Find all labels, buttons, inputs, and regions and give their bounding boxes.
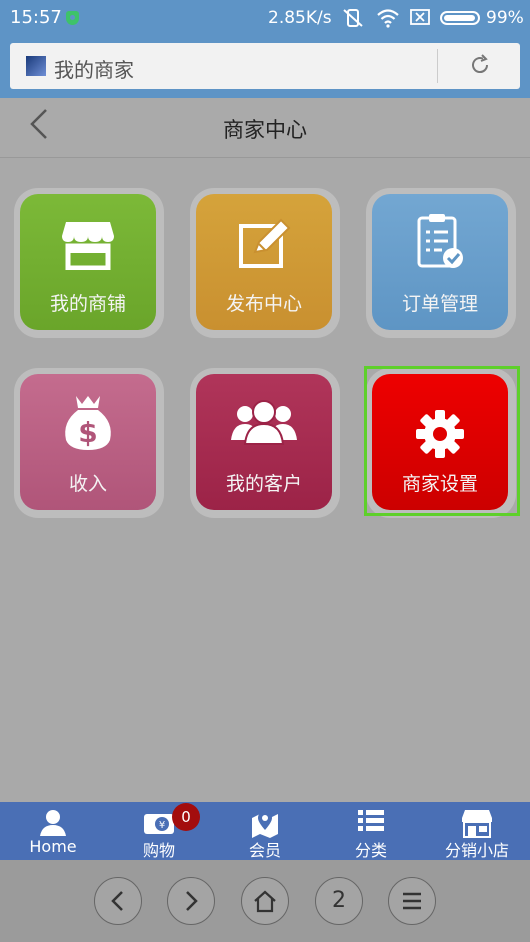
forward-button[interactable] — [167, 877, 215, 925]
page-title: 商家中心 — [223, 118, 307, 142]
page-header: 商家中心 — [0, 98, 530, 158]
shop-icon — [20, 218, 156, 274]
vibrate-off-icon — [342, 8, 364, 33]
url-title: 我的商家 — [54, 58, 134, 82]
tile-income[interactable]: $ 收入 — [14, 368, 164, 518]
url-divider — [437, 49, 438, 83]
map-pin-icon — [212, 808, 318, 838]
battery-icon — [440, 11, 480, 25]
tab-label: 购物 — [142, 841, 175, 860]
tile-my-customers-face: 我的客户 — [196, 374, 332, 510]
favicon-icon — [26, 56, 46, 76]
back-button[interactable] — [94, 877, 142, 925]
clipboard-icon — [372, 214, 508, 276]
tile-label: 发布中心 — [225, 293, 302, 315]
tile-income-face: $ 收入 — [20, 374, 156, 510]
network-speed: 2.85K/s — [268, 8, 332, 28]
chevron-left-icon — [111, 891, 123, 911]
svg-text:¥: ¥ — [159, 820, 165, 831]
tile-label: 订单管理 — [401, 293, 478, 315]
browser-nav-bar: 2 — [0, 860, 530, 942]
menu-icon — [403, 892, 421, 910]
tile-publish-center-face: 发布中心 — [196, 194, 332, 330]
tab-label: 分类 — [354, 841, 387, 860]
status-time: 15:57 — [10, 7, 62, 28]
sim-off-icon — [410, 8, 430, 31]
tile-my-customers[interactable]: 我的客户 — [190, 368, 340, 518]
url-bar[interactable]: 我的商家 — [10, 43, 520, 89]
status-bar: 15:57 2.85K/s 99% — [0, 0, 530, 36]
browser-toolbar: 我的商家 — [0, 36, 530, 98]
money-bag-icon: $ — [20, 396, 156, 456]
home-button[interactable] — [241, 877, 289, 925]
person-icon — [0, 808, 106, 836]
tab-distribution-store[interactable]: 分销小店 — [424, 802, 530, 860]
tile-publish-center[interactable]: 发布中心 — [190, 188, 340, 338]
tabs-button[interactable]: 2 — [315, 877, 363, 925]
cart-count-badge: 0 — [172, 803, 200, 831]
shield-icon — [66, 11, 79, 25]
tab-label: Home — [29, 837, 77, 856]
tile-label: 我的商铺 — [49, 293, 126, 315]
tab-home[interactable]: Home — [0, 802, 106, 860]
battery-percent: 99% — [486, 8, 524, 28]
tile-my-shop[interactable]: 我的商铺 — [14, 188, 164, 338]
store-icon — [424, 808, 530, 838]
selection-highlight — [364, 366, 520, 516]
tile-order-management-face: 订单管理 — [372, 194, 508, 330]
svg-text:$: $ — [78, 416, 97, 449]
tab-category[interactable]: 分类 — [318, 802, 424, 860]
menu-button[interactable] — [388, 877, 436, 925]
tile-label: 收入 — [68, 473, 107, 495]
tab-label: 会员 — [248, 841, 281, 860]
reload-icon[interactable] — [468, 53, 492, 83]
tile-label: 我的客户 — [225, 473, 302, 495]
tile-order-management[interactable]: 订单管理 — [366, 188, 516, 338]
edit-icon — [196, 218, 332, 274]
list-icon — [318, 808, 424, 836]
chevron-right-icon — [186, 891, 198, 911]
wifi-icon — [376, 8, 400, 33]
tab-label: 分销小店 — [444, 841, 509, 860]
tab-count: 2 — [332, 888, 346, 913]
customers-icon — [196, 398, 332, 452]
home-icon — [254, 890, 276, 913]
tab-member[interactable]: 会员 — [212, 802, 318, 860]
bottom-tab-bar: Home ¥ 购物 会员 分类 分销小店 — [0, 802, 530, 860]
tile-my-shop-face: 我的商铺 — [20, 194, 156, 330]
